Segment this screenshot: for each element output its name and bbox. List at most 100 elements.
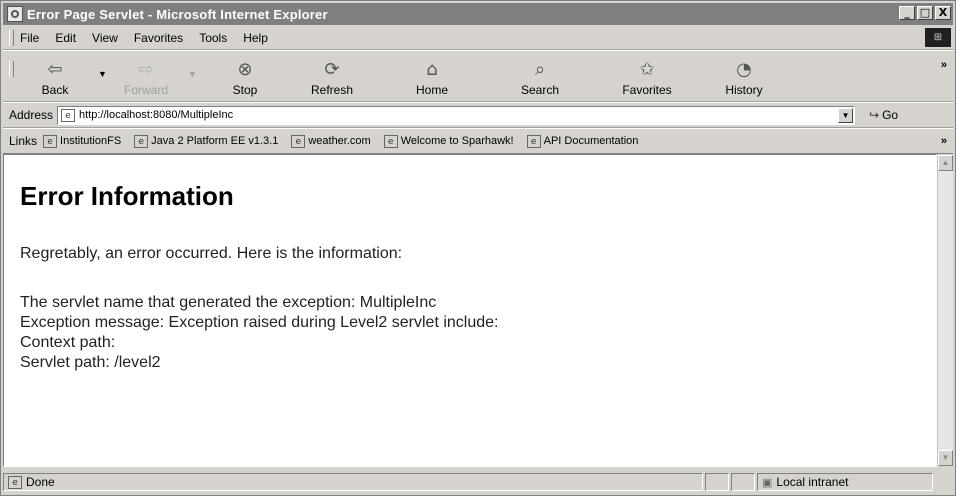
search-label: Search xyxy=(520,83,560,97)
scroll-up-icon[interactable]: ▲ xyxy=(938,155,953,171)
status-progress-pane xyxy=(705,473,729,491)
stop-button[interactable]: ⊗ Stop xyxy=(208,51,282,101)
link-page-icon: e xyxy=(526,134,541,148)
browser-window: Error Page Servlet - Microsoft Internet … xyxy=(0,0,956,496)
menu-help-label: Help xyxy=(243,31,268,45)
menu-view-label: View xyxy=(92,31,118,45)
go-button[interactable]: ↪ Go xyxy=(869,108,898,122)
intro-text: Regretably, an error occurred. Here is t… xyxy=(20,245,403,262)
menu-file[interactable]: File xyxy=(20,31,39,45)
link-label: weather.com xyxy=(308,135,371,147)
links-more-chevron-icon[interactable]: » xyxy=(941,135,947,147)
menu-edit-label: Edit xyxy=(55,31,77,45)
status-zone-pane: ▣ Local intranet xyxy=(757,473,933,491)
favorites-button[interactable]: ✩ Favorites xyxy=(598,51,696,101)
go-label: Go xyxy=(882,108,899,122)
menu-edit[interactable]: Edit xyxy=(55,31,76,45)
link-java2-platform-ee[interactable]: e Java 2 Platform EE v1.3.1 xyxy=(134,134,279,148)
search-button[interactable]: ⌕ Search xyxy=(482,51,598,101)
link-label: InstitutionFS xyxy=(60,135,122,147)
home-label: Home xyxy=(415,83,448,97)
address-input[interactable]: e http://localhost:8080/MultipleInc ▼ xyxy=(57,105,856,125)
address-label: Address xyxy=(9,108,54,122)
favorites-label: Favorites xyxy=(622,83,672,97)
menu-bar: File Edit View Favorites Tools Help ⊞ xyxy=(3,27,953,50)
history-button[interactable]: ◔ History xyxy=(696,51,792,101)
link-page-icon: e xyxy=(134,134,149,148)
link-institutionfs[interactable]: e InstitutionFS xyxy=(43,134,122,148)
page-title: Error Information xyxy=(20,181,234,211)
toolbar-grip[interactable] xyxy=(9,61,14,77)
servlet-path-text: Servlet path: /level2 xyxy=(20,354,161,371)
history-label: History xyxy=(725,83,763,97)
link-weather[interactable]: e weather.com xyxy=(291,134,371,148)
forward-arrow-icon: ⇨ xyxy=(138,58,154,80)
link-api-documentation[interactable]: e API Documentation xyxy=(526,134,639,148)
status-secure-pane xyxy=(731,473,755,491)
status-text: Done xyxy=(26,475,55,489)
back-button[interactable]: ⇦ Back xyxy=(20,51,90,101)
refresh-button[interactable]: ⟳ Refresh xyxy=(282,51,382,101)
windows-logo-icon: ⊞ xyxy=(925,28,951,47)
exception-message-text: Exception message: Exception raised duri… xyxy=(20,314,499,331)
refresh-icon: ⟳ xyxy=(324,58,340,80)
link-label: Welcome to Sparhawk! xyxy=(400,135,514,147)
go-arrow-icon: ↪ xyxy=(869,108,880,122)
close-button[interactable]: X xyxy=(935,6,951,20)
search-icon: ⌕ xyxy=(534,58,546,80)
forward-button[interactable]: ⇨ Forward xyxy=(114,51,178,101)
back-dropdown[interactable]: ▼ xyxy=(90,51,114,101)
link-label: Java 2 Platform EE v1.3.1 xyxy=(151,135,279,147)
vertical-scrollbar[interactable]: ▲ ▼ xyxy=(937,155,953,466)
forward-dropdown[interactable]: ▼ xyxy=(178,51,208,101)
menu-help[interactable]: Help xyxy=(243,31,268,45)
home-button[interactable]: ⌂ Home xyxy=(382,51,482,101)
menu-favorites[interactable]: Favorites xyxy=(134,31,183,45)
menu-tools[interactable]: Tools xyxy=(199,31,227,45)
local-intranet-icon: ▣ xyxy=(762,476,773,489)
link-page-icon: e xyxy=(383,134,398,148)
toolbar-more-chevron-icon[interactable]: » xyxy=(941,59,947,71)
ie-app-icon[interactable] xyxy=(7,6,23,22)
servlet-name-text: The servlet name that generated the exce… xyxy=(20,294,437,311)
title-bar[interactable]: Error Page Servlet - Microsoft Internet … xyxy=(3,3,953,25)
links-label: Links xyxy=(9,134,38,148)
menu-tools-label: Tools xyxy=(199,31,228,45)
context-path-text: Context path: xyxy=(20,334,116,351)
menu-view[interactable]: View xyxy=(92,31,118,45)
forward-dropdown-icon: ▼ xyxy=(188,69,197,79)
forward-label: Forward xyxy=(123,83,168,97)
stop-icon: ⊗ xyxy=(237,58,253,80)
refresh-label: Refresh xyxy=(310,83,354,97)
back-dropdown-icon: ▼ xyxy=(98,69,107,79)
address-dropdown-icon[interactable]: ▼ xyxy=(838,107,854,123)
status-bar: e Done ▣ Local intranet xyxy=(3,470,953,494)
menu-favorites-label: Favorites xyxy=(133,31,184,45)
back-label: Back xyxy=(41,83,69,97)
history-icon: ◔ xyxy=(736,58,752,80)
scroll-down-icon[interactable]: ▼ xyxy=(938,450,953,466)
stop-label: Stop xyxy=(232,83,258,97)
page-content: Error Information Regretably, an error o… xyxy=(3,154,937,467)
maximize-button[interactable]: □ xyxy=(917,6,933,20)
address-value[interactable]: http://localhost:8080/MultipleInc xyxy=(79,109,233,121)
window-title: Error Page Servlet - Microsoft Internet … xyxy=(27,6,328,22)
address-bar: Address e http://localhost:8080/Multiple… xyxy=(3,102,953,128)
status-text-pane: e Done xyxy=(3,473,703,491)
home-icon: ⌂ xyxy=(426,58,438,80)
link-page-icon: e xyxy=(43,134,58,148)
status-zone: Local intranet xyxy=(776,475,849,489)
menubar-grip[interactable] xyxy=(9,30,14,46)
window-controls: _ □ X xyxy=(899,6,951,20)
link-welcome-sparhawk[interactable]: e Welcome to Sparhawk! xyxy=(383,134,514,148)
favorites-folder-icon: ✩ xyxy=(639,58,655,80)
back-arrow-icon: ⇦ xyxy=(47,58,63,80)
links-bar: Links e InstitutionFS e Java 2 Platform EE… xyxy=(3,128,953,154)
menu-file-label: File xyxy=(20,31,40,45)
page-icon: e xyxy=(61,108,76,122)
link-label: API Documentation xyxy=(543,135,639,147)
minimize-button[interactable]: _ xyxy=(899,6,915,20)
status-page-icon: e xyxy=(8,475,22,489)
link-page-icon: e xyxy=(291,134,306,148)
standard-toolbar: ⇦ Back ▼ ⇨ Forward ▼ ⊗ Stop ⟳ Refresh ⌂ … xyxy=(3,50,953,102)
